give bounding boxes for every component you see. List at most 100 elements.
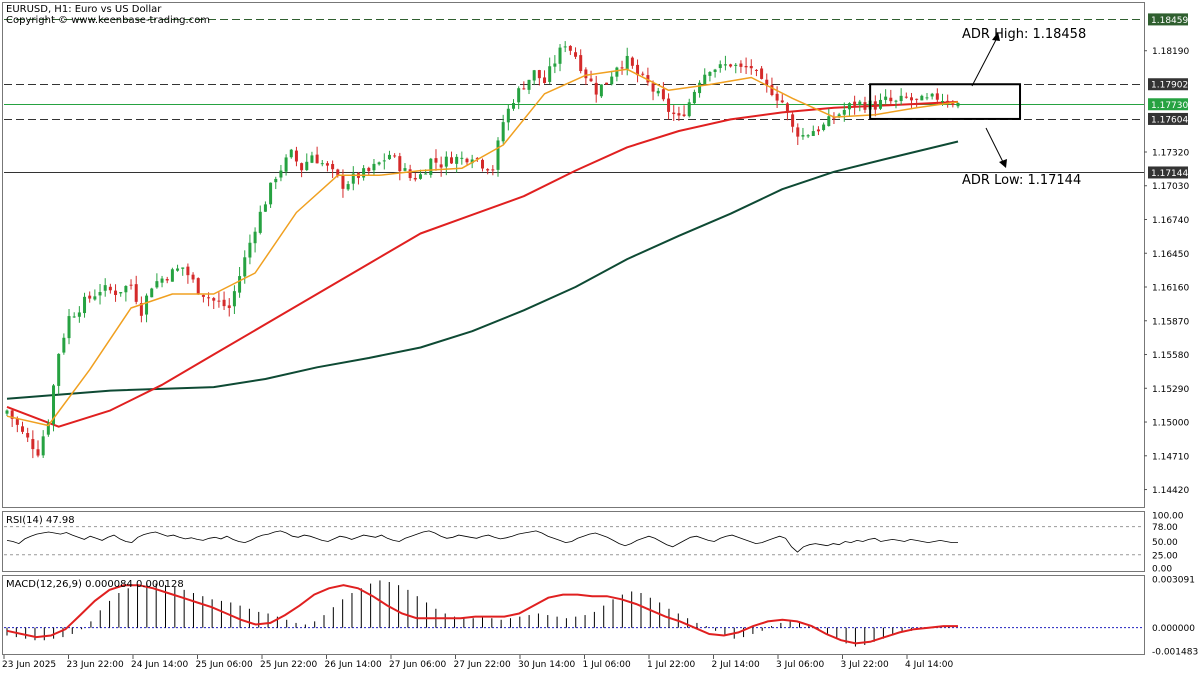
candle-body xyxy=(532,70,536,81)
candle-body xyxy=(134,284,138,302)
candle-body xyxy=(718,64,722,69)
x-tick-label: 2 Jul 14:00 xyxy=(712,660,761,670)
rsi-tick-label: 0.00 xyxy=(1152,565,1172,575)
candle-body xyxy=(698,82,702,94)
level-price-label: 1.17144 xyxy=(1151,169,1188,179)
x-tick-label: 3 Jul 06:00 xyxy=(776,660,825,670)
candle-body xyxy=(176,268,180,271)
candle-body xyxy=(243,257,247,277)
candle-body xyxy=(620,67,624,69)
candle-body xyxy=(506,108,510,123)
x-tick-label: 1 Jul 22:00 xyxy=(647,660,696,670)
candle-body xyxy=(863,102,867,110)
candle-body xyxy=(899,95,903,102)
candle-body xyxy=(558,47,562,64)
candle-body xyxy=(145,295,149,315)
y-tick-label: 1.16450 xyxy=(1152,250,1189,260)
candle-body xyxy=(615,67,619,77)
x-tick-label: 25 Jun 22:00 xyxy=(260,660,317,670)
rsi-tick-label: 100.00 xyxy=(1152,512,1184,522)
candle-body xyxy=(108,286,112,291)
x-tick-label: 23 Jun 2025 xyxy=(2,660,56,670)
candle-body xyxy=(935,93,939,100)
y-tick-label: 1.15290 xyxy=(1152,385,1189,395)
candle-body xyxy=(703,74,707,85)
candle-body xyxy=(62,337,66,353)
candle-body xyxy=(129,284,133,286)
candle-body xyxy=(723,64,727,66)
y-tick-label: 1.17320 xyxy=(1152,148,1189,158)
candle-body xyxy=(878,99,882,109)
candle-body xyxy=(589,78,593,82)
candle-body xyxy=(465,158,469,163)
candle-body xyxy=(77,312,81,317)
candle-body xyxy=(920,95,924,101)
candle-body xyxy=(315,154,319,164)
candle-body xyxy=(853,101,857,106)
time-axis: 23 Jun 2025 23 Jun 22:00 24 Jun 14:00 25 Ju… xyxy=(2,655,954,670)
candle-body xyxy=(486,169,490,171)
candle-body xyxy=(382,160,386,162)
candle-body xyxy=(543,77,547,83)
candle-body xyxy=(610,76,614,85)
candle-body xyxy=(424,173,428,175)
candle-body xyxy=(15,419,19,425)
candle-body xyxy=(279,170,283,178)
candle-body xyxy=(103,285,107,291)
y-tick-label: 1.17030 xyxy=(1152,182,1189,192)
adr-low-label: ADR Low: 1.17144 xyxy=(962,173,1081,188)
candle-body xyxy=(708,72,712,76)
candle-body xyxy=(269,182,273,205)
candle-body xyxy=(553,63,557,67)
chart-window: ADR High: 1.18458 ADR Low: 1.17144 1.1819… xyxy=(0,0,1200,675)
candle-body xyxy=(651,83,655,92)
candle-body xyxy=(98,292,102,296)
candle-body xyxy=(222,299,226,307)
level-price-label: 1.17730 xyxy=(1151,101,1188,111)
candle-body xyxy=(512,103,516,109)
candle-body xyxy=(625,55,629,70)
candle-body xyxy=(599,84,603,97)
candle-body xyxy=(434,158,438,163)
candle-body xyxy=(527,79,531,90)
candle-body xyxy=(258,211,262,233)
candle-body xyxy=(83,296,87,314)
candle-body xyxy=(729,64,733,67)
candle-body xyxy=(57,353,61,386)
y-tick-label: 1.15000 xyxy=(1152,419,1189,429)
price-axis: 1.18190 1.17320 1.17030 1.16740 1.16450 1.161… xyxy=(1144,13,1189,496)
candle-body xyxy=(362,168,366,178)
candle-body xyxy=(909,97,913,101)
candle-body xyxy=(165,279,169,281)
level-price-label: 1.17902 xyxy=(1151,81,1188,91)
x-tick-label: 25 Jun 06:00 xyxy=(196,660,253,670)
candle-body xyxy=(439,164,443,168)
x-tick-label: 27 Jun 22:00 xyxy=(454,660,511,670)
candle-body xyxy=(124,286,128,293)
candle-body xyxy=(749,65,753,69)
candle-body xyxy=(429,158,433,175)
candle-body xyxy=(372,163,376,171)
candle-body xyxy=(496,140,500,170)
candle-body xyxy=(449,157,453,164)
candle-body xyxy=(196,278,200,295)
candle-body xyxy=(517,88,521,103)
candle-body xyxy=(754,69,758,71)
y-tick-label: 1.15870 xyxy=(1152,317,1189,327)
candle-body xyxy=(501,122,505,142)
candle-body xyxy=(238,276,242,293)
chart-svg: ADR High: 1.18458 ADR Low: 1.17144 1.1819… xyxy=(2,2,1198,670)
candle-body xyxy=(940,101,944,103)
rsi-label: RSI(14) 47.98 xyxy=(6,515,75,526)
candle-body xyxy=(232,291,236,307)
candle-body xyxy=(847,103,851,110)
macd-tick-label: 0.000000 xyxy=(1152,624,1195,634)
candle-body xyxy=(191,274,195,280)
candle-body xyxy=(594,82,598,95)
macd-label: MACD(12,26,9) 0.000084 0.000128 xyxy=(6,579,184,590)
candle-body xyxy=(227,305,231,308)
rsi-tick-label: 78.00 xyxy=(1152,523,1178,533)
candle-body xyxy=(408,169,412,179)
candle-body xyxy=(455,156,459,164)
candle-body xyxy=(346,184,350,190)
